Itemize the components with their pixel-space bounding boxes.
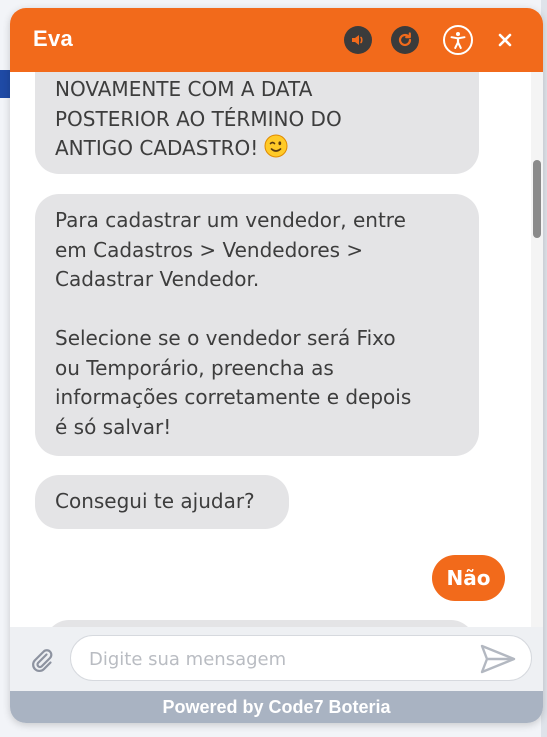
close-icon — [498, 33, 512, 47]
message-text: Consegui te ajudar? — [55, 489, 255, 513]
send-button[interactable] — [479, 643, 517, 679]
paperclip-icon — [32, 649, 53, 672]
composer — [10, 627, 543, 691]
volume-button[interactable] — [344, 26, 372, 54]
close-button[interactable] — [494, 29, 516, 51]
scrollbar-thumb[interactable] — [533, 160, 541, 238]
user-message: Não — [432, 555, 505, 601]
refresh-button[interactable] — [391, 26, 419, 54]
accessibility-button[interactable] — [443, 25, 473, 55]
message-list[interactable]: NOVAMENTE COM A DATA POSTERIOR AO TÉRMIN… — [10, 72, 543, 627]
chat-header: Eva — [10, 8, 543, 72]
refresh-icon — [398, 32, 412, 47]
bot-message: NOVAMENTE COM A DATA POSTERIOR AO TÉRMIN… — [35, 72, 479, 174]
attachment-button[interactable] — [28, 646, 56, 678]
message-input[interactable] — [87, 644, 471, 674]
volume-icon — [352, 35, 363, 45]
bot-message-partial — [45, 620, 475, 627]
accessibility-icon — [450, 32, 466, 49]
message-text: Para cadastrar um vendedor, entre em Cad… — [55, 208, 412, 439]
winking-face-icon — [264, 134, 288, 167]
message-text: NOVAMENTE COM A DATA POSTERIOR AO TÉRMIN… — [55, 77, 342, 160]
message-input-container — [70, 635, 532, 681]
powered-by-footer[interactable]: Powered by Code7 Boteria — [10, 691, 543, 723]
bot-message: Consegui te ajudar? — [35, 475, 289, 529]
send-icon — [480, 644, 516, 674]
chat-widget: Eva NOVAMENTE COM A DATA POSTERIOR AO TÉ… — [10, 8, 543, 723]
bot-message: Para cadastrar um vendedor, entre em Cad… — [35, 194, 479, 456]
scrollbar[interactable] — [531, 72, 543, 627]
chat-title: Eva — [33, 26, 74, 51]
message-text: Não — [446, 566, 491, 590]
